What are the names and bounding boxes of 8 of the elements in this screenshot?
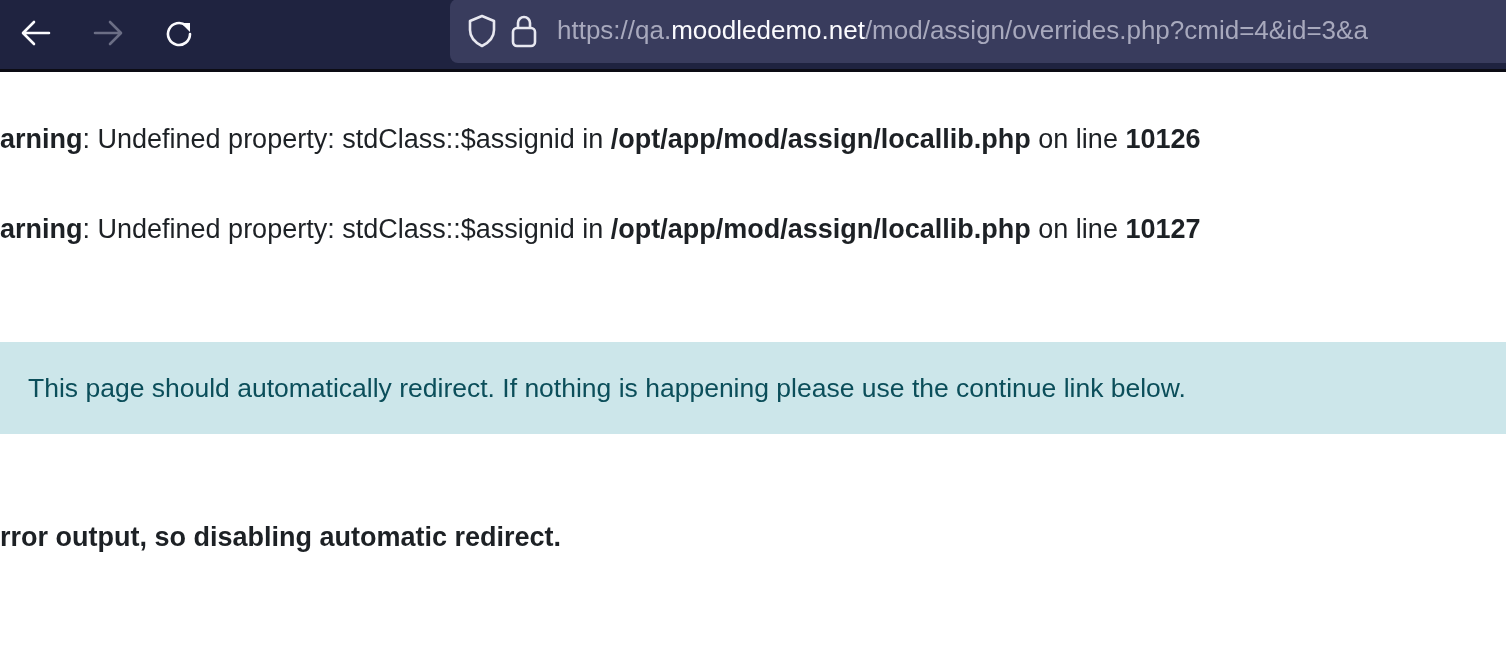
- error-message: rror output, so disabling automatic redirect.: [0, 522, 563, 553]
- address-bar[interactable]: https://qa.moodledemo.net/mod/assign/overrides.php?cmid=4&id=3&a: [450, 0, 1506, 63]
- url-text[interactable]: https://qa.moodledemo.net/mod/assign/overrides.php?cmid=4&id=3&a: [557, 15, 1368, 46]
- warning-message: arning: Undefined property: stdClass::$assignid in /opt/app/mod/assign/locallib.php on line 10127: [0, 213, 1202, 246]
- warning-message: arning: Undefined property: stdClass::$assignid in /opt/app/mod/assign/locallib.php on line 10126: [0, 123, 1202, 156]
- notice-text: This page should automatically redirect. If nothing is happening please use the continue link below.: [28, 372, 1186, 404]
- shield-icon[interactable]: [467, 13, 497, 48]
- lock-icon[interactable]: [511, 13, 537, 48]
